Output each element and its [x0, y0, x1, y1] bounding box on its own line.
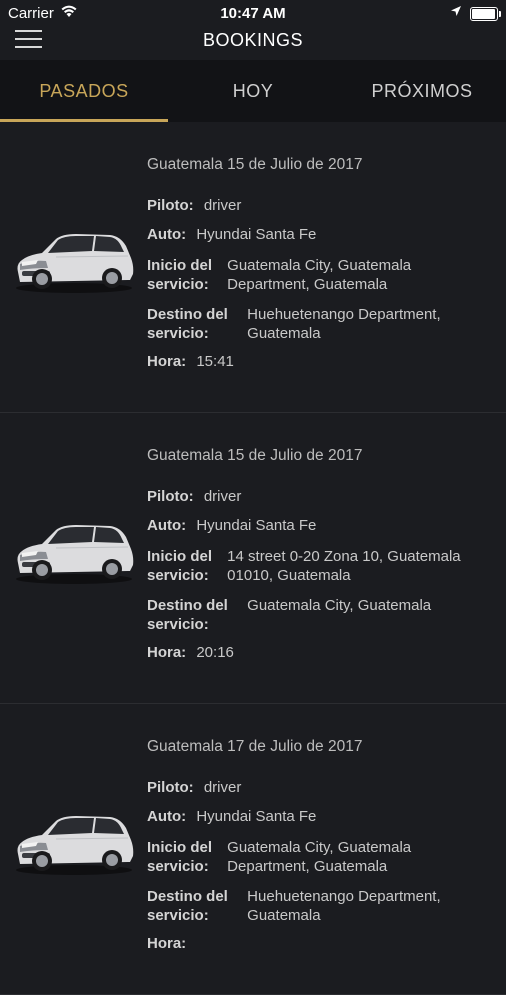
pilot-row: Piloto: driver: [147, 487, 241, 506]
time-label: Hora:: [147, 935, 187, 952]
destination-value: Guatemala City, Guatemala: [247, 597, 432, 614]
car-value: Hyundai Santa Fe: [196, 808, 317, 825]
car-image: [16, 234, 134, 293]
destination-label: Destino del servicio:: [147, 597, 228, 633]
destination-row: Destino del servicio: Huehuetenango Depar…: [147, 305, 487, 343]
destination-value: Huehuetenango Department, Guatemala: [247, 306, 441, 342]
tab-label: HOY: [232, 81, 274, 101]
pilot-row: Piloto: driver: [147, 196, 241, 215]
start-value: 14 street 0-20 Zona 10, Guatemala 01010, …: [227, 548, 461, 584]
start-label: Inicio del servicio:: [147, 257, 213, 293]
status-bar: Carrier 10:47 AM: [0, 0, 506, 26]
start-row: Inicio del servicio: Guatemala City, Guat…: [147, 256, 487, 294]
location-arrow-icon: [451, 6, 461, 16]
battery-tip: [499, 11, 501, 17]
tab-label: PRÓXIMOS: [371, 81, 473, 101]
car-value: Hyundai Santa Fe: [196, 517, 317, 534]
start-row: Inicio del servicio: Guatemala City, Guat…: [147, 838, 487, 876]
time-row: Hora:: [147, 934, 192, 953]
bookings-list: Guatemala 15 de Julio de 2017 Piloto: dr…: [0, 122, 506, 995]
start-value: Guatemala City, Guatemala Department, Gua…: [227, 257, 412, 293]
destination-row: Destino del servicio: Guatemala City, Gua…: [147, 596, 487, 634]
tab-label: PASADOS: [39, 81, 129, 101]
pilot-value: driver: [203, 779, 242, 796]
battery-icon: [470, 7, 501, 21]
nav-bar: BOOKINGS: [0, 26, 506, 60]
booking-date: Guatemala 15 de Julio de 2017: [147, 447, 363, 464]
car-label: Auto:: [147, 226, 187, 243]
tab-bar: PASADOS HOY PRÓXIMOS: [0, 60, 506, 122]
booking-card[interactable]: Guatemala 17 de Julio de 2017 Piloto: dr…: [0, 704, 506, 995]
tab-hoy[interactable]: HOY: [169, 60, 337, 122]
clock: 10:47 AM: [220, 5, 286, 22]
car-value: Hyundai Santa Fe: [196, 226, 317, 243]
tab-proximos[interactable]: PRÓXIMOS: [338, 60, 506, 122]
time-label: Hora:: [147, 353, 187, 370]
booking-date: Guatemala 15 de Julio de 2017: [147, 156, 363, 173]
booking-card[interactable]: Guatemala 15 de Julio de 2017 Piloto: dr…: [0, 413, 506, 704]
car-label: Auto:: [147, 808, 187, 825]
destination-row: Destino del servicio: Huehuetenango Depar…: [147, 887, 487, 925]
time-label: Hora:: [147, 644, 187, 661]
pilot-row: Piloto: driver: [147, 778, 241, 797]
time-value: 20:16: [196, 644, 234, 661]
battery-level: [472, 9, 495, 19]
time-row: Hora: 20:16: [147, 643, 234, 662]
car-row: Auto: Hyundai Santa Fe: [147, 225, 316, 244]
start-label: Inicio del servicio:: [147, 839, 213, 875]
tab-pasados[interactable]: PASADOS: [0, 60, 168, 122]
start-label: Inicio del servicio:: [147, 548, 213, 584]
start-value: Guatemala City, Guatemala Department, Gua…: [227, 839, 412, 875]
car-label: Auto:: [147, 517, 187, 534]
pilot-label: Piloto:: [147, 488, 194, 505]
car-image: [16, 816, 134, 875]
destination-label: Destino del servicio:: [147, 306, 228, 342]
page-title: BOOKINGS: [202, 30, 304, 50]
pilot-label: Piloto:: [147, 779, 194, 796]
car-row: Auto: Hyundai Santa Fe: [147, 807, 316, 826]
pilot-value: driver: [203, 197, 242, 214]
car-row: Auto: Hyundai Santa Fe: [147, 516, 316, 535]
booking-card[interactable]: Guatemala 15 de Julio de 2017 Piloto: dr…: [0, 122, 506, 413]
time-value: 15:41: [196, 353, 234, 370]
pilot-label: Piloto:: [147, 197, 194, 214]
destination-value: Huehuetenango Department, Guatemala: [247, 888, 441, 924]
car-image: [16, 525, 134, 584]
booking-date: Guatemala 17 de Julio de 2017: [147, 738, 363, 755]
pilot-value: driver: [203, 488, 242, 505]
start-row: Inicio del servicio: 14 street 0-20 Zona …: [147, 547, 487, 585]
time-row: Hora: 15:41: [147, 352, 234, 371]
destination-label: Destino del servicio:: [147, 888, 228, 924]
